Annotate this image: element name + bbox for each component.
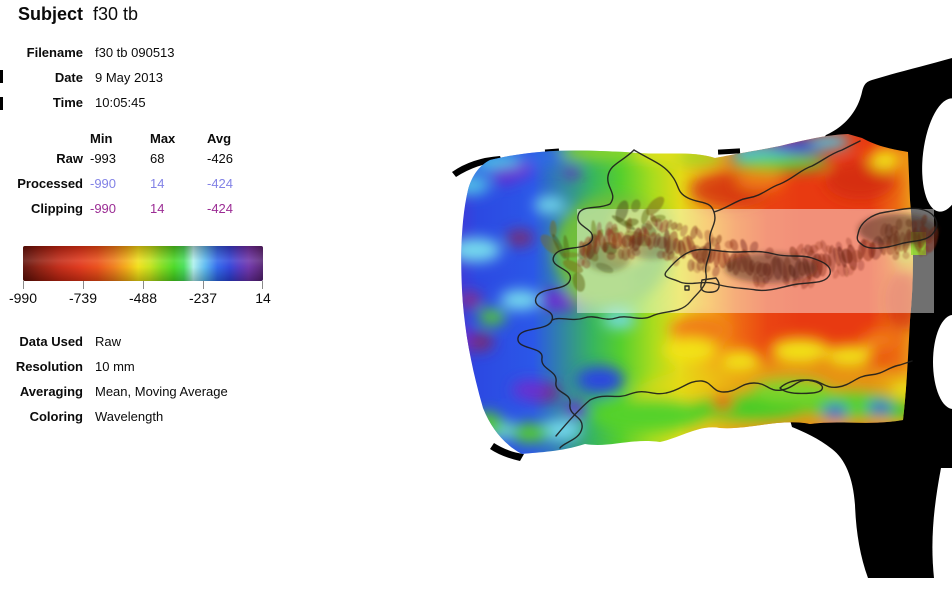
- tick-label: -237: [189, 290, 217, 306]
- tick-label: -990: [9, 290, 37, 306]
- tick-label: 14: [255, 290, 271, 306]
- time-value: 10:05:45: [95, 95, 146, 111]
- filename-row: Filename f30 tb 090513: [0, 45, 310, 65]
- stats-row-processed: Processed -990 14 -424: [0, 176, 310, 196]
- stats-raw-min: -993: [90, 151, 116, 167]
- stats-clipping-max: 14: [150, 201, 164, 217]
- tick-mark: [83, 281, 84, 289]
- tick-mark: [262, 281, 263, 289]
- date-row: Date 9 May 2013: [0, 70, 310, 90]
- stats-processed-label: Processed: [0, 176, 83, 192]
- stats-raw-label: Raw: [0, 151, 83, 167]
- tick-mark: [23, 281, 24, 289]
- tick-mark: [203, 281, 204, 289]
- data-used-value: Raw: [95, 334, 121, 350]
- tick-label: -488: [129, 290, 157, 306]
- date-label: Date: [0, 70, 83, 86]
- tick-mark: [143, 281, 144, 289]
- stats-clipping-avg: -424: [207, 201, 233, 217]
- subject-value: f30 tb: [93, 6, 138, 22]
- data-used-row: Data Used Raw: [0, 334, 310, 354]
- tick-label: -739: [69, 290, 97, 306]
- filename-label: Filename: [0, 45, 83, 61]
- resolution-row: Resolution 10 mm: [0, 359, 310, 379]
- time-row: Time 10:05:45: [0, 95, 310, 115]
- averaging-label: Averaging: [0, 384, 83, 400]
- date-value: 9 May 2013: [95, 70, 163, 86]
- color-scale: -990 -739 -488 -237 14: [23, 246, 263, 310]
- stats-col-max: Max: [150, 131, 175, 147]
- stats-col-avg: Avg: [207, 131, 231, 147]
- stats-clipping-label: Clipping: [0, 201, 83, 217]
- stats-raw-avg: -426: [207, 151, 233, 167]
- stats-header-row: Min Max Avg: [0, 131, 310, 151]
- stats-processed-avg: -424: [207, 176, 233, 192]
- info-panel: Subject f30 tb Filename f30 tb 090513 Da…: [0, 0, 310, 593]
- averaging-value: Mean, Moving Average: [95, 384, 228, 400]
- resolution-value: 10 mm: [95, 359, 135, 375]
- stats-col-min: Min: [90, 131, 112, 147]
- stats-processed-min: -990: [90, 176, 116, 192]
- stats-row-clipping: Clipping -990 14 -424: [0, 201, 310, 221]
- edge-artifact: [0, 70, 3, 83]
- resolution-label: Resolution: [0, 359, 83, 375]
- subject-label: Subject: [0, 6, 83, 22]
- stats-row-raw: Raw -993 68 -426: [0, 151, 310, 171]
- subject-row: Subject f30 tb: [0, 6, 310, 26]
- coloring-value: Wavelength: [95, 409, 163, 425]
- time-label: Time: [0, 95, 83, 111]
- stats-clipping-min: -990: [90, 201, 116, 217]
- stats-raw-max: 68: [150, 151, 164, 167]
- data-used-label: Data Used: [0, 334, 83, 350]
- coloring-row: Coloring Wavelength: [0, 409, 310, 429]
- stats-processed-max: 14: [150, 176, 164, 192]
- color-scale-gradient: [23, 246, 263, 281]
- filename-value: f30 tb 090513: [95, 45, 175, 61]
- edge-artifact: [0, 97, 3, 110]
- coloring-label: Coloring: [0, 409, 83, 425]
- averaging-row: Averaging Mean, Moving Average: [0, 384, 310, 404]
